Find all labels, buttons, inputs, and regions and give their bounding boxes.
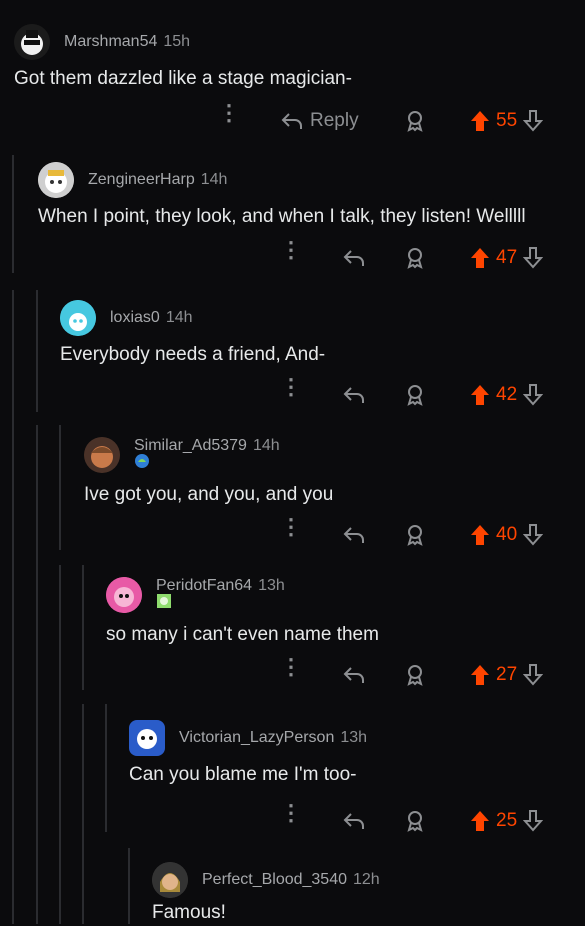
comment: Perfect_Blood_3540 12h Famous! bbox=[152, 862, 585, 926]
thread-line bbox=[105, 704, 107, 832]
comment-text: Got them dazzled like a stage magician- bbox=[14, 68, 352, 89]
comment-text: When I point, they look, and when I talk… bbox=[38, 206, 526, 227]
downvote-arrow-icon[interactable] bbox=[523, 524, 544, 546]
vote-control: 27 bbox=[470, 664, 544, 686]
award-icon[interactable] bbox=[404, 664, 426, 686]
timestamp: 13h bbox=[258, 576, 285, 594]
thread-line bbox=[82, 704, 84, 924]
comment-text: Can you blame me I'm too- bbox=[129, 764, 357, 785]
upvote-arrow-icon[interactable] bbox=[470, 810, 490, 832]
avatar[interactable] bbox=[60, 300, 96, 336]
comment-text: Everybody needs a friend, And- bbox=[60, 344, 326, 365]
award-icon[interactable] bbox=[404, 110, 426, 132]
comment: PeridotFan64 13h so many i can't even nam… bbox=[106, 577, 585, 648]
comment: loxias0 14h Everybody needs a friend, And… bbox=[60, 300, 585, 368]
thread-line bbox=[12, 290, 14, 924]
downvote-arrow-icon[interactable] bbox=[523, 664, 544, 686]
thread-line bbox=[36, 425, 38, 924]
avatar[interactable] bbox=[84, 437, 120, 473]
vote-control: 25 bbox=[470, 810, 544, 832]
award-icon[interactable] bbox=[404, 384, 426, 406]
timestamp: 14h bbox=[252, 436, 280, 454]
reply-button[interactable] bbox=[342, 810, 366, 832]
upvote-arrow-icon[interactable] bbox=[470, 110, 490, 132]
thread-line bbox=[82, 565, 84, 690]
reply-arrow-icon bbox=[343, 250, 364, 266]
comment-text: Famous! bbox=[152, 902, 226, 923]
reply-arrow-icon bbox=[343, 667, 364, 683]
vote-count: 47 bbox=[496, 247, 518, 268]
vote-count: 27 bbox=[496, 664, 518, 685]
more-options-icon[interactable]: ⋮ bbox=[280, 239, 302, 261]
vote-control: 40 bbox=[470, 524, 544, 546]
reply-button[interactable]: Reply bbox=[280, 110, 359, 132]
comment: ZengineerHarp 14h When I point, they look… bbox=[38, 162, 585, 230]
thread-line bbox=[59, 565, 61, 924]
username[interactable]: PeridotFan64 bbox=[156, 577, 252, 594]
reply-button[interactable] bbox=[342, 664, 366, 686]
reply-label: Reply bbox=[310, 110, 359, 131]
flair-icon bbox=[135, 453, 149, 468]
username[interactable]: loxias0 bbox=[110, 309, 160, 326]
upvote-arrow-icon[interactable] bbox=[470, 247, 490, 269]
username[interactable]: Victorian_LazyPerson bbox=[179, 729, 334, 746]
flair-icon bbox=[157, 593, 171, 608]
award-icon[interactable] bbox=[404, 247, 426, 269]
username[interactable]: Similar_Ad5379 bbox=[134, 437, 247, 454]
comment-text: Ive got you, and you, and you bbox=[84, 484, 334, 505]
avatar[interactable] bbox=[152, 862, 188, 898]
reply-button[interactable] bbox=[342, 524, 366, 546]
thread-line bbox=[12, 155, 14, 273]
vote-count: 55 bbox=[496, 110, 518, 131]
username[interactable]: Marshman54 bbox=[64, 33, 157, 50]
avatar[interactable] bbox=[38, 162, 74, 198]
downvote-arrow-icon[interactable] bbox=[523, 810, 544, 832]
reply-arrow-icon bbox=[343, 813, 364, 829]
more-options-icon[interactable]: ⋮ bbox=[280, 656, 302, 678]
timestamp: 14h bbox=[200, 171, 228, 188]
vote-count: 40 bbox=[496, 524, 518, 545]
thread-line bbox=[59, 425, 61, 550]
comment-text: so many i can't even name them bbox=[106, 624, 379, 645]
reply-button[interactable] bbox=[342, 247, 366, 269]
comment: Similar_Ad5379 14h Ive got you, and you, … bbox=[84, 437, 585, 508]
award-icon[interactable] bbox=[404, 810, 426, 832]
timestamp: 15h bbox=[163, 33, 191, 50]
thread-line bbox=[36, 290, 38, 412]
vote-control: 42 bbox=[470, 384, 544, 406]
username[interactable]: Perfect_Blood_3540 bbox=[202, 871, 347, 888]
comment: Victorian_LazyPerson 13h Can you blame me… bbox=[129, 720, 585, 788]
reply-arrow-icon bbox=[343, 387, 364, 403]
more-options-icon[interactable]: ⋮ bbox=[280, 802, 302, 824]
timestamp: 12h bbox=[353, 871, 380, 888]
downvote-arrow-icon[interactable] bbox=[523, 110, 544, 132]
upvote-arrow-icon[interactable] bbox=[470, 384, 490, 406]
timestamp: 13h bbox=[340, 729, 368, 746]
avatar[interactable] bbox=[14, 24, 50, 60]
username[interactable]: ZengineerHarp bbox=[88, 171, 195, 188]
more-options-icon[interactable]: ⋮ bbox=[218, 102, 240, 124]
reply-arrow-icon bbox=[281, 113, 302, 129]
more-options-icon[interactable]: ⋮ bbox=[280, 516, 302, 538]
vote-count: 42 bbox=[496, 384, 518, 405]
timestamp: 14h bbox=[165, 309, 193, 326]
vote-control: 55 bbox=[470, 110, 544, 132]
reply-button[interactable] bbox=[342, 384, 366, 406]
downvote-arrow-icon[interactable] bbox=[523, 384, 544, 406]
upvote-arrow-icon[interactable] bbox=[470, 664, 490, 686]
award-icon[interactable] bbox=[404, 524, 426, 546]
vote-control: 47 bbox=[470, 247, 544, 269]
thread-line bbox=[128, 848, 130, 924]
reply-arrow-icon bbox=[343, 527, 364, 543]
upvote-arrow-icon[interactable] bbox=[470, 524, 490, 546]
comment: Marshman54 15h Got them dazzled like a st… bbox=[14, 24, 585, 92]
downvote-arrow-icon[interactable] bbox=[523, 247, 544, 269]
avatar[interactable] bbox=[106, 577, 142, 613]
vote-count: 25 bbox=[496, 810, 518, 831]
avatar[interactable] bbox=[129, 720, 165, 756]
more-options-icon[interactable]: ⋮ bbox=[280, 376, 302, 398]
